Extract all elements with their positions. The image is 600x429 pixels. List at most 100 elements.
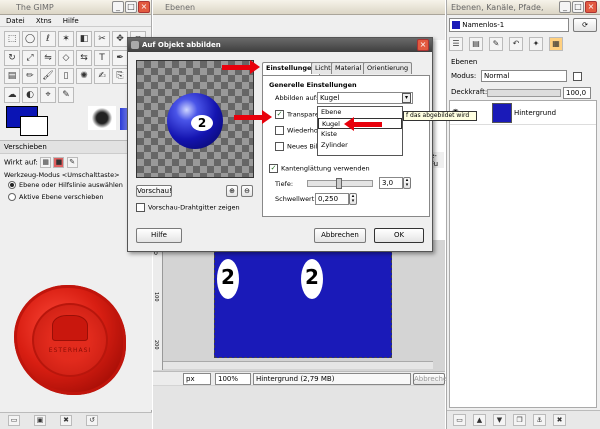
wireframe-checkbox[interactable]	[136, 203, 145, 212]
scissors-tool-icon[interactable]: ✂	[94, 31, 110, 47]
layers-minimize-button[interactable]: _	[559, 1, 571, 13]
map-to-select[interactable]: Kugel ▾	[317, 92, 413, 104]
antialias-checkbox[interactable]: ✓	[269, 164, 278, 173]
mode-select[interactable]: Normal	[481, 70, 567, 82]
lower-layer-icon[interactable]: ▼	[493, 414, 506, 426]
zoom-in-icon[interactable]: ⊕	[226, 185, 238, 197]
preview-button[interactable]: Vorschau!	[136, 185, 172, 197]
smudge-tool-icon[interactable]: ☁	[4, 86, 20, 103]
ink-tool-icon[interactable]: ✍	[94, 68, 110, 84]
delete-options-icon[interactable]: ✖	[60, 415, 72, 426]
perspective-tool-icon[interactable]: ◇	[58, 49, 74, 66]
toolbox-close-button[interactable]: ×	[138, 1, 150, 13]
paintbrush-tool-icon[interactable]: 🖌	[40, 68, 56, 84]
channels-tab-icon[interactable]: ▤	[469, 37, 483, 51]
threshold-value[interactable]: 0,250	[315, 193, 349, 205]
dropdown-option-ebene[interactable]: Ebene	[318, 107, 402, 118]
checkbox-new-image-row[interactable]: Neues Bild	[275, 142, 322, 151]
layers-maximize-button[interactable]: □	[572, 1, 584, 13]
keep-transparency-checkbox[interactable]	[573, 72, 582, 81]
opacity-value[interactable]: 100,0	[563, 87, 591, 99]
move-tool-icon[interactable]: ✥	[112, 31, 128, 47]
scale-tool-icon[interactable]: ⤢	[22, 49, 38, 66]
threshold-spinner[interactable]: ▴ ▾	[349, 193, 357, 205]
guide-mode-icon[interactable]: ✎	[66, 157, 78, 168]
horizontal-scrollbar[interactable]	[163, 361, 433, 369]
status-cancel-button[interactable]: Abbrechen	[413, 373, 452, 385]
dodge-tool-icon[interactable]: ◐	[22, 86, 38, 103]
new-layer-icon[interactable]: ▭	[453, 414, 466, 426]
save-options-icon[interactable]: ▭	[8, 415, 20, 426]
toolbox-minimize-button[interactable]: _	[112, 1, 124, 13]
depth-spinner[interactable]: ▴ ▾	[403, 177, 411, 189]
tab-orientierung[interactable]: Orientierung	[363, 62, 413, 74]
zoom-out-icon[interactable]: ⊖	[241, 185, 253, 197]
new-image-checkbox[interactable]	[275, 142, 284, 151]
layers-tab-icon[interactable]: ☰	[449, 37, 463, 51]
path-mode-icon[interactable]: ■	[53, 157, 65, 168]
background-window-titlebar[interactable]: Ebenen	[153, 0, 445, 15]
brush-preview[interactable]	[88, 106, 116, 130]
duplicate-layer-icon[interactable]: ❐	[513, 414, 526, 426]
dropdown-option-zylinder[interactable]: Zylinder	[318, 140, 402, 151]
background-color-swatch[interactable]	[20, 116, 48, 136]
ellipse-select-tool-icon[interactable]: ◯	[22, 31, 38, 47]
image-selector[interactable]: Namenlos-1	[449, 18, 569, 32]
reset-options-icon[interactable]: ↺	[86, 415, 98, 426]
patterns-tab-icon[interactable]: ▦	[549, 37, 563, 51]
airbrush-tool-icon[interactable]: ✺	[76, 68, 92, 84]
ok-button[interactable]: OK	[374, 228, 424, 243]
unit-select[interactable]: px	[183, 373, 211, 385]
cancel-button[interactable]: Abbrechen	[314, 228, 366, 243]
clone-tool-icon[interactable]: ⎘	[112, 68, 128, 84]
pencil-tool-icon[interactable]: ✏	[22, 68, 38, 84]
option-1-radio[interactable]	[8, 181, 16, 189]
depth-slider[interactable]	[307, 178, 373, 189]
menu-datei[interactable]: Datei	[6, 17, 25, 25]
text-tool-icon[interactable]: T	[94, 49, 110, 66]
paths-tab-icon[interactable]: ✎	[489, 37, 503, 51]
auto-button[interactable]: ⟳	[573, 18, 597, 32]
flip-tool-icon[interactable]: ⇆	[76, 49, 92, 66]
menu-hilfe[interactable]: Hilfe	[63, 17, 79, 25]
dialog-close-button[interactable]: ×	[417, 39, 429, 51]
help-button[interactable]: Hilfe	[136, 228, 182, 243]
rect-select-tool-icon[interactable]: ⬚	[4, 31, 20, 47]
depth-value[interactable]: 3,0	[379, 177, 403, 189]
lasso-tool-icon[interactable]: ℓ	[40, 31, 56, 47]
path-tool-icon[interactable]: ✎	[58, 86, 74, 103]
layers-close-button[interactable]: ×	[585, 1, 597, 13]
checkbox-transparent-row[interactable]: ✓ Transpare	[275, 110, 319, 119]
delete-layer-icon[interactable]: ✖	[553, 414, 566, 426]
raise-layer-icon[interactable]: ▲	[473, 414, 486, 426]
color-picker-tool-icon[interactable]: ✒	[112, 49, 128, 66]
brushes-tab-icon[interactable]: ✦	[529, 37, 543, 51]
canvas-image[interactable]: 2 2	[214, 250, 392, 358]
tile-checkbox[interactable]	[275, 126, 284, 135]
color-select-tool-icon[interactable]: ◧	[76, 31, 92, 47]
tab-material[interactable]: Material	[331, 62, 366, 74]
measure-tool-icon[interactable]: ⌖	[40, 86, 56, 103]
anchor-layer-icon[interactable]: ⚓	[533, 414, 546, 426]
fuzzy-select-tool-icon[interactable]: ✶	[58, 31, 74, 47]
undo-tab-icon[interactable]: ↶	[509, 37, 523, 51]
blend-tool-icon[interactable]: ▤	[4, 68, 20, 84]
restore-options-icon[interactable]: ▣	[34, 415, 46, 426]
shear-tool-icon[interactable]: ⇋	[40, 49, 56, 66]
layer-mode-icon[interactable]: ▦	[40, 157, 52, 168]
transparent-checkbox[interactable]: ✓	[275, 110, 284, 119]
dialog-titlebar[interactable]: Auf Objekt abbilden	[128, 38, 432, 52]
opacity-slider[interactable]	[487, 89, 561, 97]
rotate-tool-icon[interactable]: ↻	[4, 49, 20, 66]
dropdown-option-kiste[interactable]: Kiste	[318, 129, 402, 140]
depth-slider-handle[interactable]	[336, 178, 342, 189]
zoom-select[interactable]: 100%	[215, 373, 251, 385]
wireframe-row[interactable]: Vorschau-Drahtgitter zeigen	[136, 203, 240, 212]
option-2-radio[interactable]	[8, 193, 16, 201]
eraser-tool-icon[interactable]: ▯	[58, 68, 74, 84]
toolbox-maximize-button[interactable]: □	[125, 1, 137, 13]
menu-xtns[interactable]: Xtns	[36, 17, 52, 25]
checkbox-tile-row[interactable]: Wiederhol	[275, 126, 320, 135]
checkbox-antialias-row[interactable]: ✓ Kantenglättung verwenden	[269, 164, 370, 173]
preview-button-label: Vorschau!	[137, 187, 172, 195]
